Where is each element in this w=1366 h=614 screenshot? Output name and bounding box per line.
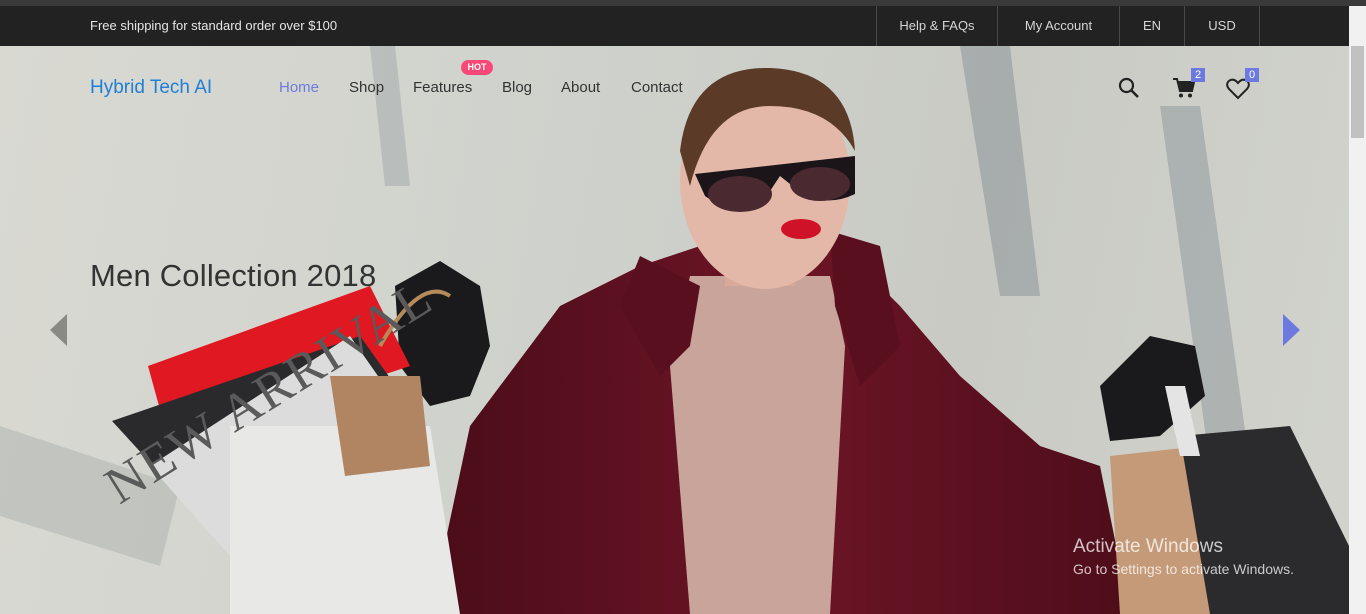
site-logo[interactable]: Hybrid Tech AI [90,77,212,99]
help-faqs-link[interactable]: Help & FAQs [876,6,997,46]
hot-badge: HOT [461,60,493,75]
prev-slide-arrow[interactable] [50,314,68,351]
wishlist-count-badge: 0 [1245,68,1259,82]
hero-title: Men Collection 2018 [90,258,377,293]
search-icon[interactable] [1118,77,1140,104]
nav-about[interactable]: About [561,79,600,96]
top-info-bar: Free shipping for standard order over $1… [0,6,1349,46]
nav-blog[interactable]: Blog [502,79,532,96]
heart-icon[interactable] [1226,78,1250,105]
scrollbar-thumb[interactable] [1351,46,1364,138]
hero-slider: NEW ARRIVAL [0,46,1349,614]
cart-count-badge: 2 [1191,68,1205,82]
topbar-links: Help & FAQs My Account EN USD [876,6,1260,46]
next-slide-arrow[interactable] [1282,314,1300,351]
my-account-link[interactable]: My Account [997,6,1119,46]
nav-features[interactable]: Features [413,79,472,96]
shipping-notice: Free shipping for standard order over $1… [90,18,338,33]
nav-shop[interactable]: Shop [349,79,384,96]
nav-contact[interactable]: Contact [631,79,683,96]
activate-windows-title: Activate Windows [1073,536,1223,557]
hero-image [0,46,1349,614]
activate-windows-subtitle: Go to Settings to activate Windows. [1073,561,1294,577]
language-selector[interactable]: EN [1119,6,1184,46]
nav-home[interactable]: Home [279,79,319,96]
currency-selector[interactable]: USD [1184,6,1260,46]
